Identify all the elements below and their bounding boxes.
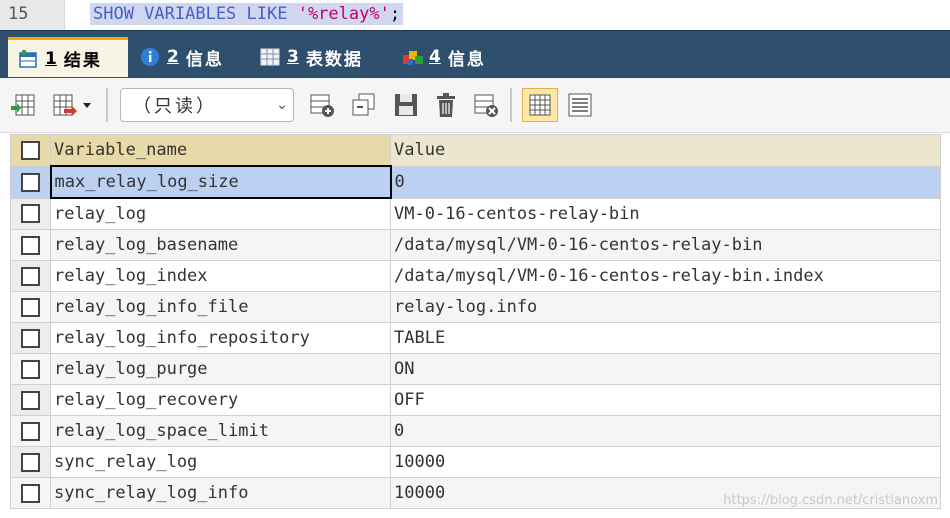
row-checkbox[interactable] (10, 165, 51, 199)
sql-string: '%relay%' (297, 4, 390, 24)
result-toolbar: （只读） ⌄ (0, 78, 950, 133)
column-header-value[interactable]: Value (390, 134, 941, 167)
table-row[interactable]: relay_log_index/data/mysql/VM-0-16-cento… (10, 260, 941, 292)
line-number: 15 (8, 4, 29, 24)
row-checkbox[interactable] (10, 260, 51, 292)
table-data-icon (260, 47, 280, 67)
info-icon (140, 47, 160, 67)
row-checkbox[interactable] (10, 415, 51, 447)
table-row[interactable]: relay_log_info_file relay-log.info (10, 291, 941, 323)
query-editor[interactable]: 15 SHOW VARIABLES LIKE '%relay%'; (0, 0, 950, 30)
import-dropdown-icon[interactable] (50, 91, 98, 119)
cell-variable-name[interactable]: relay_log_purge (50, 353, 391, 385)
watermark: https://blog.csdn.net/cristianoxm (723, 493, 938, 508)
tab-messages-label: 信息 (185, 49, 224, 70)
save-icon[interactable] (392, 91, 420, 119)
toolbar-separator (510, 88, 512, 122)
tab-table-data[interactable]: 3 表数据 (250, 37, 386, 77)
row-checkbox[interactable] (10, 197, 51, 230)
tab-result-number: 1 (45, 48, 57, 69)
result-grid-icon (18, 49, 38, 69)
cell-variable-name[interactable]: relay_log_index (50, 260, 391, 292)
table-row[interactable]: relay_log_basename/data/mysql/VM-0-16-ce… (10, 229, 941, 261)
tab-messages[interactable]: 2 信息 (130, 37, 248, 77)
export-icon[interactable] (10, 91, 38, 119)
cell-variable-name[interactable]: max_relay_log_size (49, 165, 392, 199)
tab-result-label: 结果 (63, 51, 102, 71)
cell-value[interactable]: TABLE (390, 322, 941, 354)
table-row[interactable]: relay_log_purge ON (10, 353, 941, 385)
sql-keyword: SHOW VARIABLES LIKE (93, 4, 298, 24)
result-grid: Variable_name Value max_relay_log_size 0 r… (10, 134, 941, 509)
tab-info-number: 4 (429, 47, 441, 67)
grid-header-row: Variable_name Value (10, 134, 941, 167)
row-checkbox[interactable] (10, 229, 51, 261)
cancel-changes-icon[interactable] (472, 91, 500, 119)
cell-value[interactable]: ON (390, 353, 941, 385)
row-checkbox[interactable] (10, 322, 51, 354)
row-checkbox[interactable] (10, 353, 51, 385)
cell-variable-name[interactable]: relay_log_recovery (50, 384, 391, 416)
table-row[interactable]: relay_log_info_repository TABLE (10, 322, 941, 354)
table-row[interactable]: relay_log VM-0-16-centos-relay-bin (10, 197, 941, 230)
row-checkbox[interactable] (10, 291, 51, 323)
tab-result[interactable]: 1 结果 (8, 37, 128, 77)
row-checkbox[interactable] (10, 446, 51, 478)
row-checkbox[interactable] (10, 477, 51, 509)
table-row[interactable]: relay_log_recovery OFF (10, 384, 941, 416)
cell-value[interactable]: relay-log.info (390, 291, 941, 323)
table-row[interactable]: sync_relay_log 10000 (10, 446, 941, 478)
toolbar-separator (106, 88, 108, 122)
mode-select[interactable]: （只读） ⌄ (120, 88, 294, 122)
select-all-checkbox[interactable] (10, 134, 51, 167)
column-header-variable-name[interactable]: Variable_name (50, 134, 391, 167)
duplicate-row-icon[interactable] (350, 91, 378, 119)
cell-value[interactable]: OFF (390, 384, 941, 416)
sql-end: ; (389, 4, 401, 24)
cell-value[interactable]: 0 (390, 415, 941, 447)
cell-value[interactable]: 0 (390, 165, 941, 199)
cell-variable-name[interactable]: relay_log_info_repository (50, 322, 391, 354)
info-colored-icon (402, 47, 423, 67)
cell-variable-name[interactable]: relay_log_basename (50, 229, 391, 261)
result-tabs: 1 结果 2 信息 3 表数据 4 信息 (0, 30, 950, 79)
cell-variable-name[interactable]: relay_log_space_limit (50, 415, 391, 447)
cell-variable-name[interactable]: relay_log_info_file (50, 291, 391, 323)
tab-table-data-label: 表数据 (305, 49, 363, 70)
table-row[interactable]: max_relay_log_size 0 (10, 165, 941, 199)
cell-value[interactable]: /data/mysql/VM-0-16-centos-relay-bin (390, 229, 941, 261)
tab-messages-number: 2 (167, 47, 179, 67)
add-row-icon[interactable] (308, 91, 336, 119)
mode-select-value: （只读） (133, 96, 217, 117)
grid-view-icon[interactable] (522, 88, 558, 122)
tab-info-label: 信息 (447, 49, 486, 70)
tab-info[interactable]: 4 信息 (392, 37, 510, 77)
sql-statement[interactable]: SHOW VARIABLES LIKE '%relay%'; (90, 3, 404, 25)
cell-variable-name[interactable]: relay_log (50, 197, 391, 230)
delete-icon[interactable] (432, 91, 460, 119)
tab-table-data-number: 3 (287, 47, 299, 67)
cell-value[interactable]: VM-0-16-centos-relay-bin (390, 197, 941, 230)
chevron-down-icon: ⌄ (276, 97, 288, 113)
table-row[interactable]: relay_log_space_limit 0 (10, 415, 941, 447)
cell-value[interactable]: 10000 (390, 446, 941, 478)
line-gutter: 15 (0, 0, 65, 30)
cell-value[interactable]: /data/mysql/VM-0-16-centos-relay-bin.ind… (390, 260, 941, 292)
row-checkbox[interactable] (10, 384, 51, 416)
form-view-icon[interactable] (566, 91, 594, 119)
cell-variable-name[interactable]: sync_relay_log (50, 446, 391, 478)
cell-variable-name[interactable]: sync_relay_log_info (50, 477, 391, 509)
